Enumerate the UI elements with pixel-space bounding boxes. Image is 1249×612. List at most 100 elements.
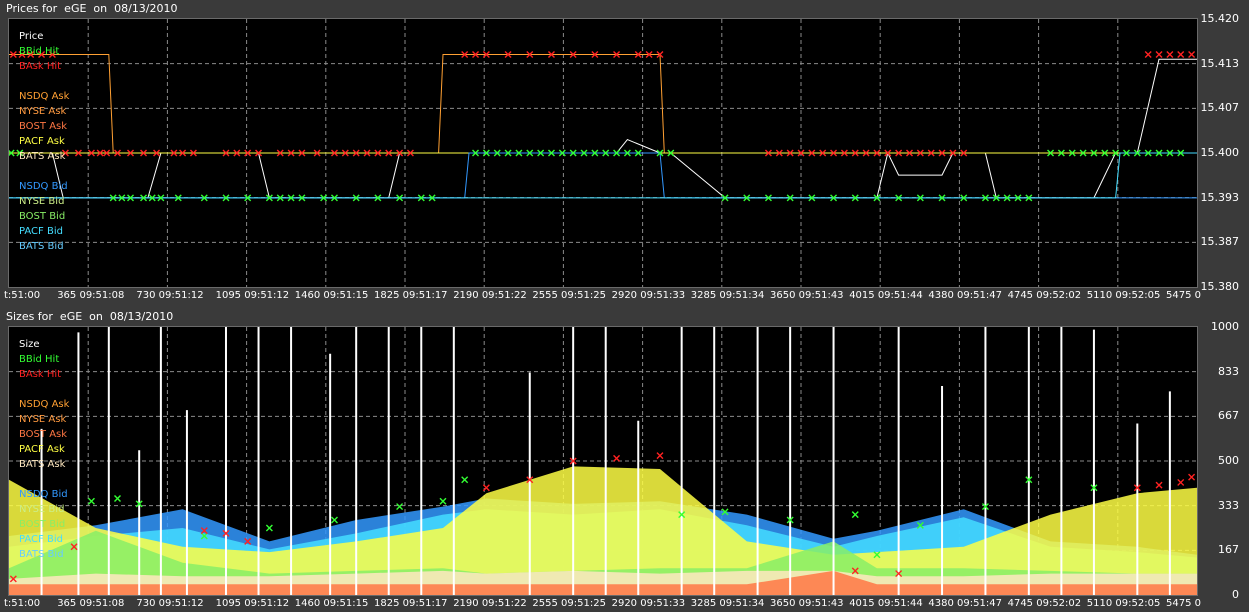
marker-bask-hit — [1188, 473, 1196, 481]
y-tick-label: 833 — [1218, 364, 1239, 378]
marker-bbid-hit — [396, 503, 404, 511]
x-tick-label: 1825 09:51:17 — [374, 290, 448, 301]
x-tick-label: 3285 09:51:34 — [690, 290, 765, 301]
y-tick-label: 15.393 — [1200, 190, 1240, 204]
x-tick-label: 3285 09:51:34 — [690, 598, 765, 609]
y-tick-label: 15.420 — [1200, 12, 1240, 25]
marker-bbid-hit — [851, 511, 859, 519]
sizes-plot: Size BBid Hit BAsk Hit NSDQ Ask NYSE Ask BOST… — [8, 326, 1198, 596]
x-tick-label: 2920 09:51:33 — [611, 290, 686, 301]
x-tick-label: 730 09:51:12 — [136, 598, 204, 609]
legend-entry: BATS Ask — [19, 151, 66, 162]
legend-entry: BBid Hit — [19, 354, 59, 365]
prices-title: Prices for eGE on 08/13/2010 — [6, 2, 178, 15]
marker-bbid-hit — [87, 497, 95, 505]
marker-bask-hit — [1177, 51, 1185, 59]
series-line-nsdq-bid — [9, 152, 1197, 199]
legend-entry: BOST Ask — [19, 121, 67, 132]
series-line-nsdq-ask — [9, 54, 1197, 154]
prices-panel: Prices for eGE on 08/13/2010 Price BBid H… — [0, 0, 1249, 308]
marker-bask-hit — [1155, 51, 1163, 59]
legend-entry: NYSE Bid — [19, 196, 64, 207]
x-tick-label: 4745 09:52:02 — [1007, 290, 1082, 301]
marker-bask-hit — [1188, 51, 1196, 59]
marker-bask-hit — [482, 484, 490, 492]
x-tick-label: 730 09:51:12 — [136, 290, 204, 301]
legend-entry: PACF Ask — [19, 444, 65, 455]
marker-bbid-hit — [439, 497, 447, 505]
legend-entry: BOST Bid — [19, 519, 65, 530]
legend-entry: BATS Bid — [19, 549, 64, 560]
legend-entry: NSDQ Bid — [19, 181, 68, 192]
y-tick-label: 15.413 — [1200, 56, 1240, 70]
x-tick-label: 365 09:51:08 — [57, 290, 125, 301]
marker-bask-hit — [613, 454, 621, 462]
y-tick-label: 15.407 — [1200, 101, 1240, 115]
y-tick-label: 15.400 — [1200, 146, 1240, 159]
x-tick-label: 4015 09:51:44 — [849, 598, 923, 609]
x-tick-label: 4380 09:51:47 — [928, 290, 1002, 301]
x-tick-label: 5475 0 — [1166, 290, 1201, 301]
x-tick-label: 2555 09:51:25 — [532, 598, 606, 609]
marker-bask-hit — [1144, 51, 1152, 59]
legend-entry: BATS Bid — [19, 241, 64, 252]
x-tick-label: 5475 0 — [1166, 598, 1201, 609]
x-tick-label: 5110 09:52:05 — [1086, 290, 1161, 301]
marker-bbid-hit — [461, 476, 469, 484]
x-tick-label: 3650 09:51:43 — [770, 598, 844, 609]
legend-entry: Size — [19, 339, 40, 350]
marker-bask-hit — [656, 452, 664, 460]
x-tick-label: 2190 09:51:22 — [453, 290, 527, 301]
x-tick-label: 4015 09:51:44 — [849, 290, 923, 301]
x-tick-label: 365 09:51:08 — [57, 598, 125, 609]
legend-entry: BOST Ask — [19, 429, 67, 440]
legend-entry: NYSE Bid — [19, 504, 64, 515]
legend-entry: PACF Bid — [19, 226, 63, 237]
sizes-chart: Size BBid Hit BAsk Hit NSDQ Ask NYSE Ask BOST… — [9, 327, 1197, 595]
y-tick-label: 500 — [1218, 454, 1239, 467]
x-tick-label: 1095 09:51:12 — [215, 290, 290, 301]
legend-entry: BOST Bid — [19, 211, 65, 222]
sizes-title: Sizes for eGE on 08/13/2010 — [6, 310, 174, 323]
x-tick-label: 2920 09:51:33 — [611, 598, 686, 609]
x-tick-label: 1460 09:51:15 — [294, 598, 369, 609]
prices-plot: Price BBid Hit BAsk Hit NSDQ Ask NYSE Ask BOS… — [8, 18, 1198, 288]
x-tick-label: 1095 09:51:12 — [215, 598, 290, 609]
x-tick-label: 1825 09:51:17 — [374, 598, 448, 609]
legend-entry: PACF Ask — [19, 136, 65, 147]
x-tick-label: 1460 09:51:15 — [294, 290, 369, 301]
series-line-price — [9, 58, 1197, 199]
legend-entry: NSDQ Ask — [19, 91, 70, 102]
x-tick-label: 4745 09:52:02 — [1007, 598, 1082, 609]
legend-entry: Price — [19, 31, 43, 42]
x-tick-label: t:51:00 — [4, 290, 41, 301]
legend-entry: BATS Ask — [19, 459, 66, 470]
x-tick-label: t:51:00 — [4, 598, 41, 609]
marker-bask-hit — [1166, 51, 1174, 59]
x-tick-label: 3650 09:51:43 — [770, 290, 844, 301]
x-tick-label: 2555 09:51:25 — [532, 290, 606, 301]
legend-entry: NSDQ Ask — [19, 399, 70, 410]
y-tick-label: 333 — [1218, 498, 1239, 512]
marker-bask-hit — [1155, 481, 1163, 489]
marker-bbid-hit — [113, 495, 121, 503]
y-tick-label: 0 — [1232, 588, 1239, 601]
legend-entry: BAsk Hit — [19, 61, 61, 72]
marker-bbid-hit — [330, 516, 338, 524]
marker-bbid-hit — [265, 524, 273, 532]
series-line-pacf-bid — [9, 152, 1197, 199]
legend-entry: NYSE Ask — [19, 106, 66, 117]
prices-chart: Price BBid Hit BAsk Hit NSDQ Ask NYSE Ask BOS… — [9, 19, 1197, 287]
y-tick-label: 667 — [1218, 409, 1239, 423]
legend-entry: BAsk Hit — [19, 369, 61, 380]
y-tick-label: 15.387 — [1200, 235, 1240, 249]
y-tick-label: 1000 — [1211, 320, 1239, 333]
x-tick-label: 4380 09:51:47 — [928, 598, 1002, 609]
x-tick-label: 5110 09:52:05 — [1086, 598, 1161, 609]
legend-entry: BBid Hit — [19, 46, 59, 57]
y-tick-label: 167 — [1218, 543, 1239, 557]
sizes-panel: Sizes for eGE on 08/13/2010 Size BBid Hit… — [0, 308, 1249, 612]
y-tick-label: 15.380 — [1200, 280, 1240, 293]
legend-entry: NSDQ Bid — [19, 489, 68, 500]
legend-entry: PACF Bid — [19, 534, 63, 545]
